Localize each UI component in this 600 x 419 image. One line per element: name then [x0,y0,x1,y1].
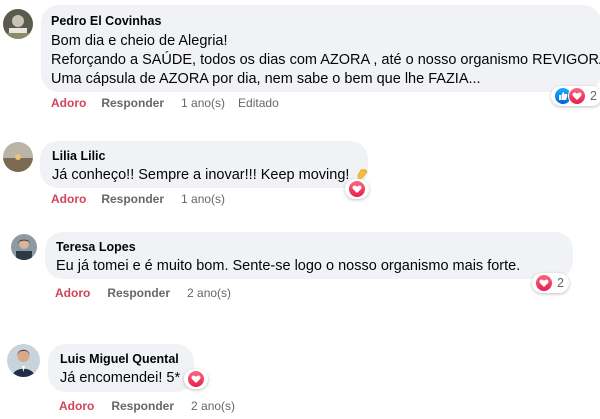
comment-author[interactable]: Lilia Lilic [52,149,358,163]
reaction-summary[interactable] [184,369,208,389]
comment-text: Eu já tomei e é muito bom. Sente-se logo… [56,257,563,276]
comment-line: Reforçando a SAÚDE, todos os dias com AZ… [51,52,600,68]
comment-actions: Adoro Responder 2 ano(s) [59,399,235,413]
comment-bubble: Luis Miguel Quental Já encomendei! 5* [48,344,194,392]
love-icon [348,180,366,198]
comment-actions: Adoro Responder 1 ano(s) Editado [51,96,279,110]
comment-bubble: Pedro El Covinhas Bom dia e cheio de Ale… [41,5,600,92]
like-action[interactable]: Adoro [59,399,94,413]
avatar[interactable] [7,344,40,377]
comment-line: Uma cápsula de AZORA por dia, nem sabe o… [51,71,481,87]
comment-bubble: Teresa Lopes Eu já tomei e é muito bom. … [45,232,573,279]
like-action[interactable]: Adoro [55,286,90,300]
love-icon [535,274,553,292]
reaction-count: 2 [557,276,564,290]
comment-actions: Adoro Responder 1 ano(s) [51,192,225,206]
like-action[interactable]: Adoro [51,96,86,110]
comment-author[interactable]: Teresa Lopes [56,240,563,254]
avatar[interactable] [11,234,37,260]
reply-action[interactable]: Responder [111,399,174,413]
comment-timestamp[interactable]: 1 ano(s) [181,96,225,110]
comment-author[interactable]: Pedro El Covinhas [51,14,591,28]
edited-label[interactable]: Editado [238,96,279,110]
reaction-summary[interactable]: 2 [551,86,600,106]
reply-action[interactable]: Responder [101,192,164,206]
comment-line: Já conheço!! Sempre a inovar!!! Keep mov… [52,167,350,183]
comment-line: Bom dia e cheio de Alegria! [51,33,228,49]
comment-author[interactable]: Luis Miguel Quental [60,352,184,366]
like-action[interactable]: Adoro [51,192,86,206]
love-icon [568,87,586,105]
comment-timestamp[interactable]: 2 ano(s) [191,399,235,413]
reaction-summary[interactable]: 2 [532,273,569,293]
comment-timestamp[interactable]: 1 ano(s) [181,192,225,206]
reply-action[interactable]: Responder [101,96,164,110]
avatar[interactable] [3,9,33,39]
avatar[interactable] [3,142,33,172]
reply-action[interactable]: Responder [107,286,170,300]
comment-bubble: Lilia Lilic Já conheço!! Sempre a inovar… [40,141,368,188]
comment-actions: Adoro Responder 2 ano(s) [55,286,231,300]
reaction-count: 2 [590,89,597,103]
comment-text: Já conheço!! Sempre a inovar!!! Keep mov… [52,166,368,185]
comment-text: Bom dia e cheio de Alegria! Reforçando a… [51,32,600,89]
comment-line: Já encomendei! 5* [60,370,181,386]
comment-timestamp[interactable]: 2 ano(s) [187,286,231,300]
love-icon [187,370,205,388]
comment-line: Eu já tomei e é muito bom. Sente-se logo… [56,258,521,274]
reaction-summary[interactable] [345,179,369,199]
comment-text: Já encomendei! 5* [60,369,184,388]
